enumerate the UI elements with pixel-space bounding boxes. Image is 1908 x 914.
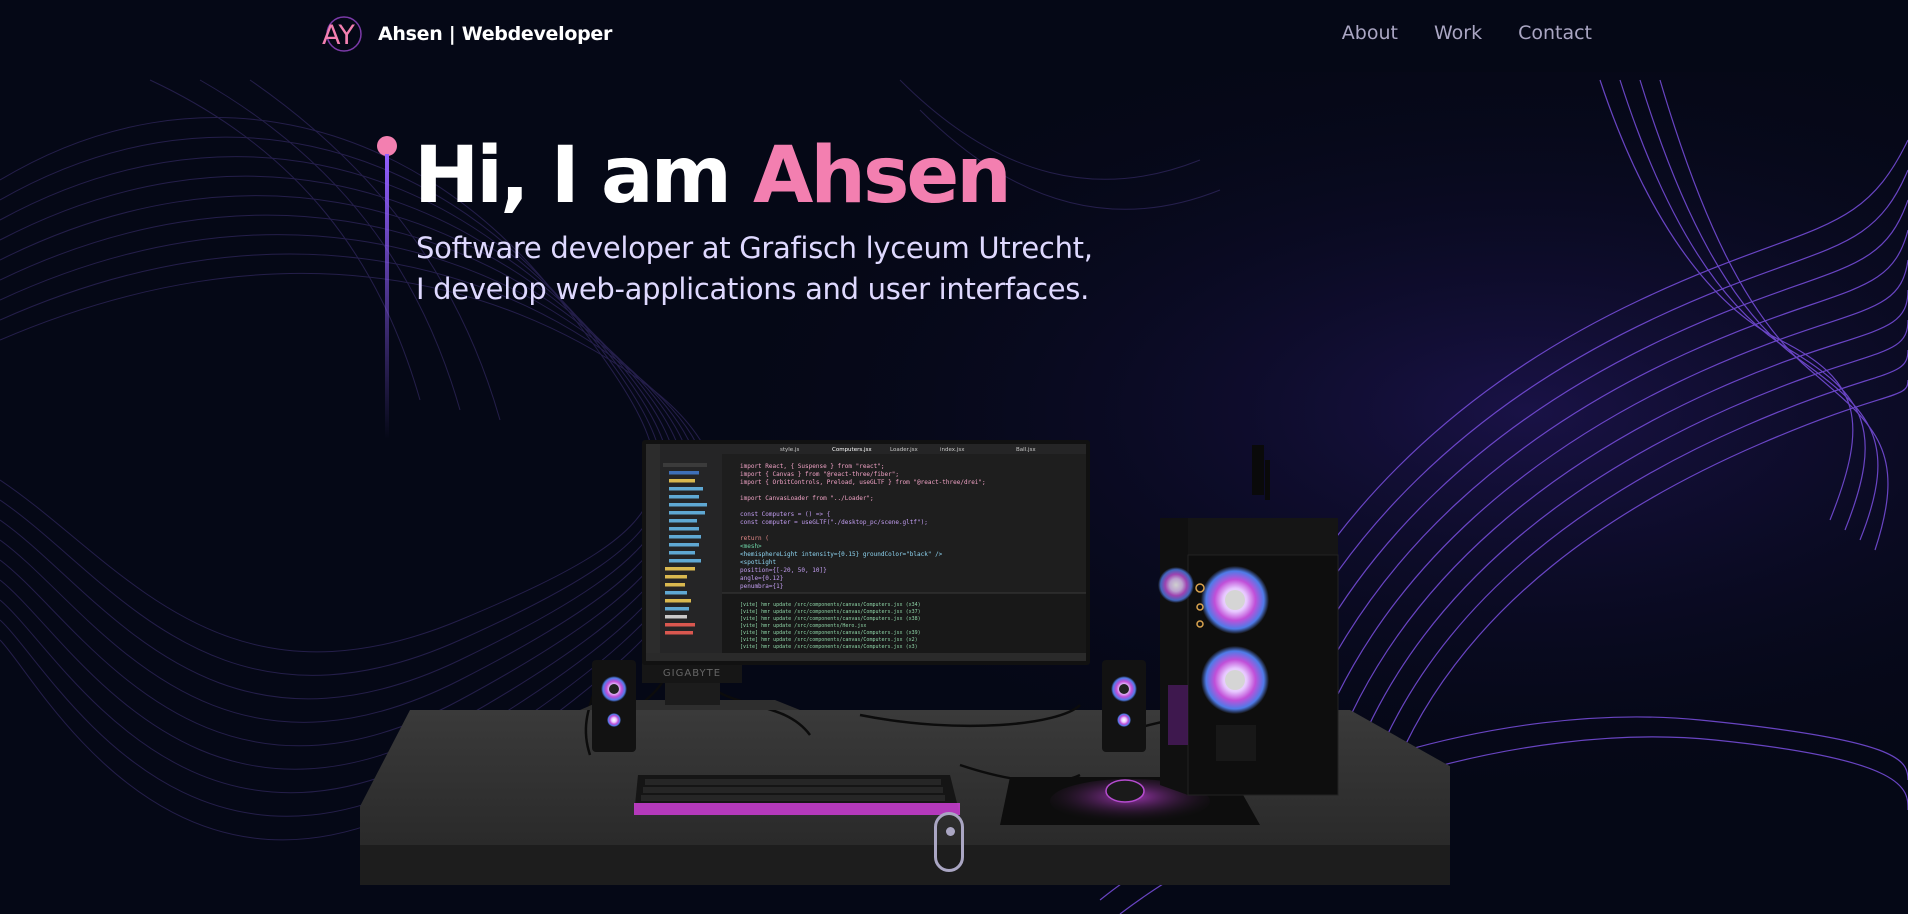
speaker-right: [1102, 660, 1146, 752]
terminal-line: [vite] hmr update /src/components/canvas…: [740, 616, 921, 622]
brand-name[interactable]: Ahsen | Webdeveloper: [378, 23, 612, 45]
hero-subtitle-line2: I develop web-applications and user inte…: [416, 272, 1089, 306]
code-line: import { Canvas } from "@react-three/fib…: [740, 471, 899, 478]
editor-tab[interactable]: Ball.jsx: [1016, 447, 1036, 453]
editor-tab[interactable]: Loader.jsx: [890, 447, 918, 453]
editor-tab[interactable]: index.jsx: [940, 447, 965, 453]
pc-tower: [1158, 445, 1339, 796]
nav-link-work[interactable]: Work: [1434, 22, 1482, 44]
hero-subtitle-line1: Software developer at Grafisch lyceum Ut…: [416, 231, 1093, 265]
monitor-brand: GIGABYTE: [663, 668, 721, 679]
logo-icon[interactable]: AY: [320, 16, 364, 52]
terminal-line: [vite] hmr update /src/components/canvas…: [740, 602, 921, 608]
logo-text: AY: [322, 20, 355, 51]
scroll-dot: [946, 827, 955, 836]
nav-link-contact[interactable]: Contact: [1518, 22, 1592, 44]
code-line: import CanvasLoader from "../Loader";: [740, 495, 874, 502]
hero-accent-line: [377, 136, 397, 439]
code-line: const Computers = () => {: [740, 511, 830, 518]
hero-subtitle: Software developer at Grafisch lyceum Ut…: [416, 228, 1093, 310]
editor-tab-active[interactable]: Computers.jsx: [832, 447, 872, 453]
editor-tab[interactable]: style.js: [780, 447, 799, 453]
scroll-down-indicator[interactable]: [934, 812, 964, 872]
code-line: <mesh>: [740, 543, 762, 550]
code-line: <spotLight: [740, 559, 777, 566]
nav-links: About Work Contact: [1342, 22, 1592, 44]
code-line: penumbra={1}: [740, 583, 783, 590]
code-line: <hemisphereLight intensity={0.15} ground…: [740, 551, 943, 558]
keyboard: [634, 775, 960, 815]
nav-link-about[interactable]: About: [1342, 22, 1398, 44]
code-line: return (: [740, 535, 769, 542]
terminal-line: [vite] hmr update /src/components/canvas…: [740, 637, 918, 643]
code-line: position={[-20, 50, 10]}: [740, 567, 827, 574]
code-line: import React, { Suspense } from "react";: [740, 463, 885, 470]
code-line: import { OrbitControls, Preload, useGLTF…: [740, 479, 986, 486]
monitor: GIGABYTE style.js Computers.jsx Loader.j…: [580, 440, 1090, 710]
desk-setup-3d-scene[interactable]: GIGABYTE style.js Computers.jsx Loader.j…: [360, 425, 1450, 885]
code-line: angle={0.12}: [740, 575, 783, 582]
hero-greeting: Hi, I am: [414, 131, 732, 221]
code-line: const computer = useGLTF("./desktop_pc/s…: [740, 519, 928, 526]
terminal-line: [vite] hmr update /src/components/canvas…: [740, 630, 921, 636]
terminal-line: [vite] hmr update /src/components/Hero.j…: [740, 623, 866, 629]
navbar: AY Ahsen | Webdeveloper About Work Conta…: [0, 0, 1908, 72]
terminal-line: [vite] hmr update /src/components/canvas…: [740, 644, 918, 650]
hero-name: Ahsen: [753, 131, 1012, 221]
hero-title: Hi, I am Ahsen: [414, 126, 1012, 226]
terminal-line: [vite] hmr update /src/components/canvas…: [740, 609, 921, 615]
speaker-left: [592, 660, 636, 752]
